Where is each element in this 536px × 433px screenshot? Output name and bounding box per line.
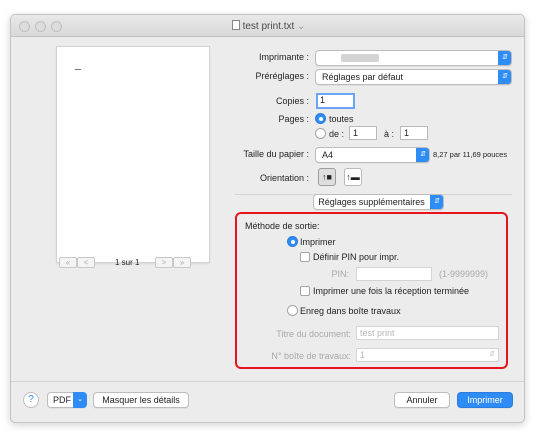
footer-divider: [11, 381, 524, 382]
page-preview: [57, 47, 209, 262]
pages-from-label: de :: [329, 129, 345, 139]
page-counter: 1 sur 1: [115, 258, 140, 267]
printer-label: Imprimante :: [258, 52, 309, 62]
orientation-label: Orientation :: [259, 173, 309, 183]
paper-dimensions: 8,27 par 11,69 pouces: [433, 150, 508, 159]
preview-text-line: [75, 69, 81, 70]
pin-checkbox[interactable]: [300, 252, 310, 262]
presets-popup-stepper-icon: ⇵: [498, 70, 511, 84]
pages-range-radio[interactable]: [315, 128, 326, 139]
window-title-text: test print.txt: [242, 21, 295, 32]
printer-popup[interactable]: ⇵: [315, 50, 512, 66]
pdf-menu-button[interactable]: PDF ⌄: [47, 392, 87, 408]
paper-size-stepper-icon: ⇵: [416, 148, 429, 162]
previous-page-button[interactable]: <: [77, 257, 95, 268]
copies-label: Copies :: [275, 96, 309, 106]
window-title: test print.txt ⌄: [11, 20, 524, 32]
pdf-label: PDF: [53, 395, 71, 405]
section-value: Réglages supplémentaires: [318, 197, 425, 207]
print-radio[interactable]: [287, 236, 298, 247]
pin-range: (1-9999999): [439, 269, 489, 279]
pdf-chevron-icon: ⌄: [73, 392, 87, 408]
pages-label: Pages :: [278, 114, 309, 124]
presets-value: Réglages par défaut: [322, 72, 404, 82]
print-dialog-window: test print.txt ⌄ « < 1 sur 1 > » Imprima…: [10, 14, 525, 423]
next-page-button[interactable]: >: [155, 257, 173, 268]
presets-popup[interactable]: Réglages par défaut ⇵: [315, 69, 512, 85]
print-after-checkbox[interactable]: [300, 286, 310, 296]
document-title-input[interactable]: test print: [356, 326, 499, 340]
section-popup-stepper-icon: ⇵: [430, 195, 443, 209]
copies-input[interactable]: 1: [316, 93, 355, 109]
cancel-button[interactable]: Annuler: [394, 392, 450, 408]
printer-popup-stepper-icon: ⇵: [498, 51, 511, 65]
job-box-stepper-icon: ⇵: [489, 351, 495, 358]
print-radio-label: Imprimer: [300, 237, 336, 247]
pin-checkbox-label: Définir PIN pour impr.: [313, 252, 400, 262]
first-page-button[interactable]: «: [59, 257, 77, 268]
pages-to-label: à :: [384, 129, 395, 139]
presets-label: Préréglages :: [255, 71, 309, 81]
paper-size-label: Taille du papier :: [243, 149, 309, 159]
section-popup[interactable]: Réglages supplémentaires ⇵: [313, 194, 444, 210]
title-bar: test print.txt ⌄: [11, 15, 524, 37]
paper-size-popup[interactable]: A4 ⇵: [315, 147, 430, 163]
job-box-label: N° boîte de travaux:: [271, 351, 351, 361]
pages-to-input[interactable]: 1: [400, 126, 428, 140]
landscape-orientation-icon[interactable]: ↑▬: [344, 168, 362, 186]
paper-size-value: A4: [322, 150, 334, 160]
print-after-label: Imprimer une fois la réception terminée: [313, 286, 470, 296]
help-button[interactable]: ?: [23, 392, 39, 408]
portrait-orientation-icon[interactable]: ↑■: [318, 168, 336, 186]
print-button[interactable]: Imprimer: [457, 392, 513, 408]
job-box-value: 1: [360, 350, 366, 360]
printer-name-blurred: [341, 54, 379, 62]
pin-label: PIN:: [331, 269, 349, 279]
document-title-label: Titre du document:: [276, 329, 351, 339]
pages-all-label: toutes: [329, 114, 354, 124]
pin-input[interactable]: [356, 267, 432, 281]
store-box-label: Enreg dans boîte travaux: [300, 306, 401, 316]
last-page-button[interactable]: »: [173, 257, 191, 268]
job-box-select[interactable]: 1 ⇵: [356, 348, 499, 362]
pages-from-input[interactable]: 1: [349, 126, 377, 140]
document-icon: [231, 20, 240, 30]
title-chevron-icon[interactable]: ⌄: [297, 21, 305, 32]
store-box-radio[interactable]: [287, 305, 298, 316]
pages-all-radio[interactable]: [315, 113, 326, 124]
output-method-heading: Méthode de sortie:: [245, 221, 320, 231]
hide-details-button[interactable]: Masquer les détails: [93, 392, 189, 408]
